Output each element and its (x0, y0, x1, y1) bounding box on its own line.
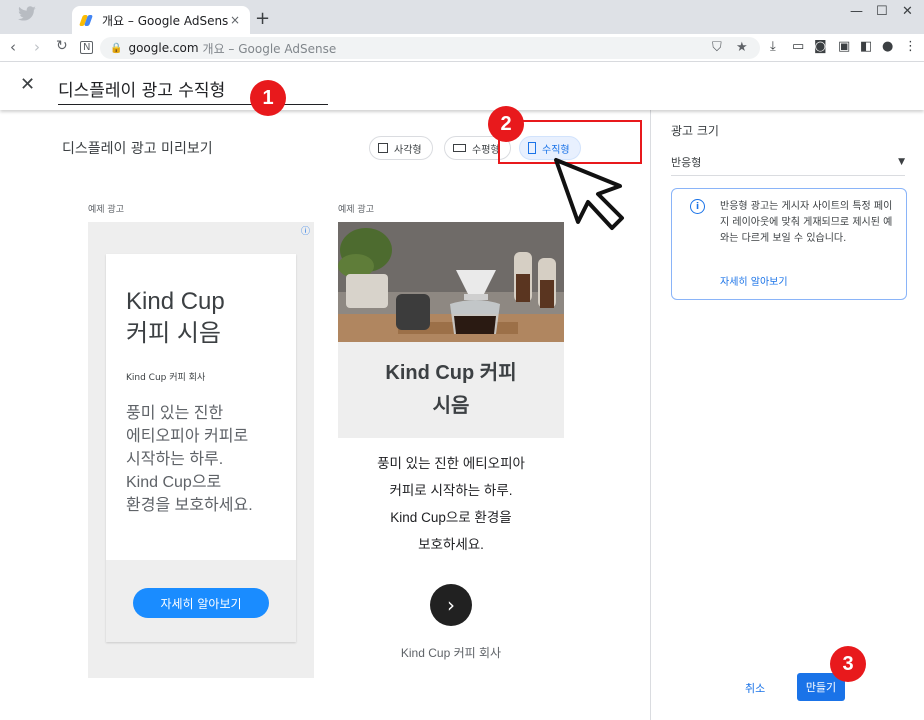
ad-desc-line: 보호하세요. (418, 537, 484, 552)
browser-toolbar: ‹ › ↻ N 🔒 google.com 개요 – Google AdSense… (0, 34, 924, 62)
ad-name-underline (58, 104, 328, 105)
ad-description: 풍미 있는 진한 에티오피아 커피로 시작하는 하루. Kind Cup으로 환… (126, 402, 296, 517)
minimize-icon[interactable]: — (850, 4, 863, 19)
shield-extension-icon[interactable]: ⛉ (712, 40, 722, 55)
back-icon[interactable]: ‹ (10, 38, 16, 56)
learn-more-button[interactable]: 자세히 알아보기 (133, 588, 269, 618)
step-badge-1: 1 (250, 80, 286, 116)
chip-square-label: 사각형 (394, 144, 422, 156)
twitter-bird-icon (18, 6, 36, 21)
close-editor-icon[interactable]: ✕ (20, 74, 35, 95)
maximize-icon[interactable]: ☐ (876, 4, 888, 19)
ad-desc-line: Kind Cup으로 환경을 (390, 510, 512, 525)
ad-desc-line: 환경을 보호하세요. (126, 497, 253, 514)
responsive-info-box: i 반응형 광고는 게시자 사이트의 특정 페이지 레이아웃에 맞춰 게재되므로… (671, 188, 907, 300)
profile-avatar-icon[interactable]: ● (882, 39, 893, 54)
browser-tab-strip: 개요 – Google AdSense × + — ☐ ✕ (0, 0, 924, 34)
step-badge-3: 3 (830, 646, 866, 682)
news-extension-icon[interactable]: N (80, 41, 94, 54)
ad-headline-line-2: 시음 (432, 395, 470, 417)
ad-desc-line: 커피로 시작하는 하루. (389, 483, 513, 498)
tab-title: 개요 – Google AdSense (102, 13, 228, 28)
video-camera-icon[interactable]: ▭ (792, 39, 804, 54)
ad-name-input[interactable]: 디스플레이 광고 수직형 (58, 76, 225, 101)
url-page-title: 개요 – Google AdSense (202, 41, 337, 56)
square-shape-icon (378, 143, 388, 153)
sample-ad-label-1: 예제 광고 (88, 205, 124, 215)
ad-headline: Kind Cup 커피 시음 (361, 357, 541, 423)
responsive-info-text: 반응형 광고는 게시자 사이트의 특정 페이지 레이아웃에 맞춰 게재되므로 제… (720, 201, 893, 244)
window-close-icon[interactable]: ✕ (902, 4, 913, 19)
camera-icon[interactable]: ◙ (814, 39, 827, 54)
ad-desc-line: 에티오피아 커피로 (126, 428, 249, 445)
forward-icon[interactable]: › (34, 38, 40, 56)
lock-icon: 🔒 (110, 42, 123, 54)
menu-kebab-icon[interactable]: ⋮ (904, 39, 917, 54)
learn-more-link[interactable]: 자세히 알아보기 (720, 273, 788, 288)
advertiser-name: Kind Cup 커피 회사 (126, 373, 206, 383)
ad-desc-line: 풍미 있는 진한 (126, 405, 224, 422)
ad-desc-line: Kind Cup으로 (126, 474, 222, 491)
ad-desc-line: 풍미 있는 진한 에티오피아 (377, 456, 525, 471)
ad-settings-panel: 광고 크기 반응형 ▼ i 반응형 광고는 게시자 사이트의 특정 페이지 레이… (650, 110, 924, 720)
ad-size-select[interactable]: 반응형 ▼ (671, 148, 905, 176)
sidebar-icon[interactable]: ◧ (860, 39, 872, 54)
sample-ad-label-2: 예제 광고 (338, 205, 374, 215)
coffee-photo (338, 222, 564, 342)
ad-size-value: 반응형 (671, 155, 702, 169)
ad-footer: 자세히 알아보기 (106, 560, 296, 642)
advertiser-name: Kind Cup 커피 회사 (400, 646, 502, 660)
ad-headline-line-1: Kind Cup 커피 (385, 362, 517, 384)
chip-square[interactable]: 사각형 (369, 136, 433, 160)
preview-area: 디스플레이 광고 미리보기 사각형 수평형 수직형 예제 광고 예제 광고 ⓘ … (0, 110, 650, 720)
ad-size-heading: 광고 크기 (671, 124, 719, 138)
dropdown-caret-icon: ▼ (898, 156, 905, 167)
ad-headline: Kind Cup 커피 시음 (126, 286, 225, 350)
tab-close-icon[interactable]: × (228, 13, 242, 27)
ad-headline-line-1: Kind Cup (126, 288, 225, 315)
address-bar[interactable]: 🔒 google.com 개요 – Google AdSense ⛉ ★ (100, 37, 760, 59)
new-tab-button[interactable]: + (255, 8, 270, 29)
bookmark-star-icon[interactable]: ★ (736, 40, 748, 55)
cancel-button[interactable]: 취소 (745, 680, 765, 696)
sample-ad-text: ⓘ Kind Cup 커피 시음 Kind Cup 커피 회사 풍미 있는 진한… (88, 222, 314, 678)
ad-headline-line-2: 커피 시음 (126, 320, 221, 347)
adsense-favicon-icon (80, 13, 94, 27)
step-badge-2: 2 (488, 106, 524, 142)
ad-headline-box: Kind Cup 커피 시음 (338, 342, 564, 438)
chevron-right-icon[interactable]: › (430, 584, 472, 626)
preview-title: 디스플레이 광고 미리보기 (62, 141, 213, 157)
url-host: google.com (128, 41, 199, 55)
ad-editor-header: ✕ 디스플레이 광고 수직형 (0, 62, 924, 110)
sample-ad-image: Kind Cup 커피 시음 풍미 있는 진한 에티오피아 커피로 시작하는 하… (338, 222, 564, 682)
pointer-cursor-icon (554, 158, 624, 230)
chip-horizontal-label: 수평형 (472, 144, 500, 156)
reload-icon[interactable]: ↻ (56, 38, 68, 54)
ad-desc-line: 시작하는 하루. (126, 451, 224, 468)
reader-icon[interactable]: ▣ (838, 39, 850, 54)
download-icon[interactable]: ⤓ (770, 39, 776, 54)
info-icon: i (690, 199, 705, 214)
adchoices-info-icon[interactable]: ⓘ (301, 224, 310, 237)
active-tab[interactable]: 개요 – Google AdSense × (72, 6, 250, 34)
ad-description: 풍미 있는 진한 에티오피아 커피로 시작하는 하루. Kind Cup으로 환… (338, 450, 564, 558)
ad-card: Kind Cup 커피 시음 Kind Cup 커피 회사 풍미 있는 진한 에… (106, 254, 296, 642)
horizontal-shape-icon (453, 144, 466, 152)
